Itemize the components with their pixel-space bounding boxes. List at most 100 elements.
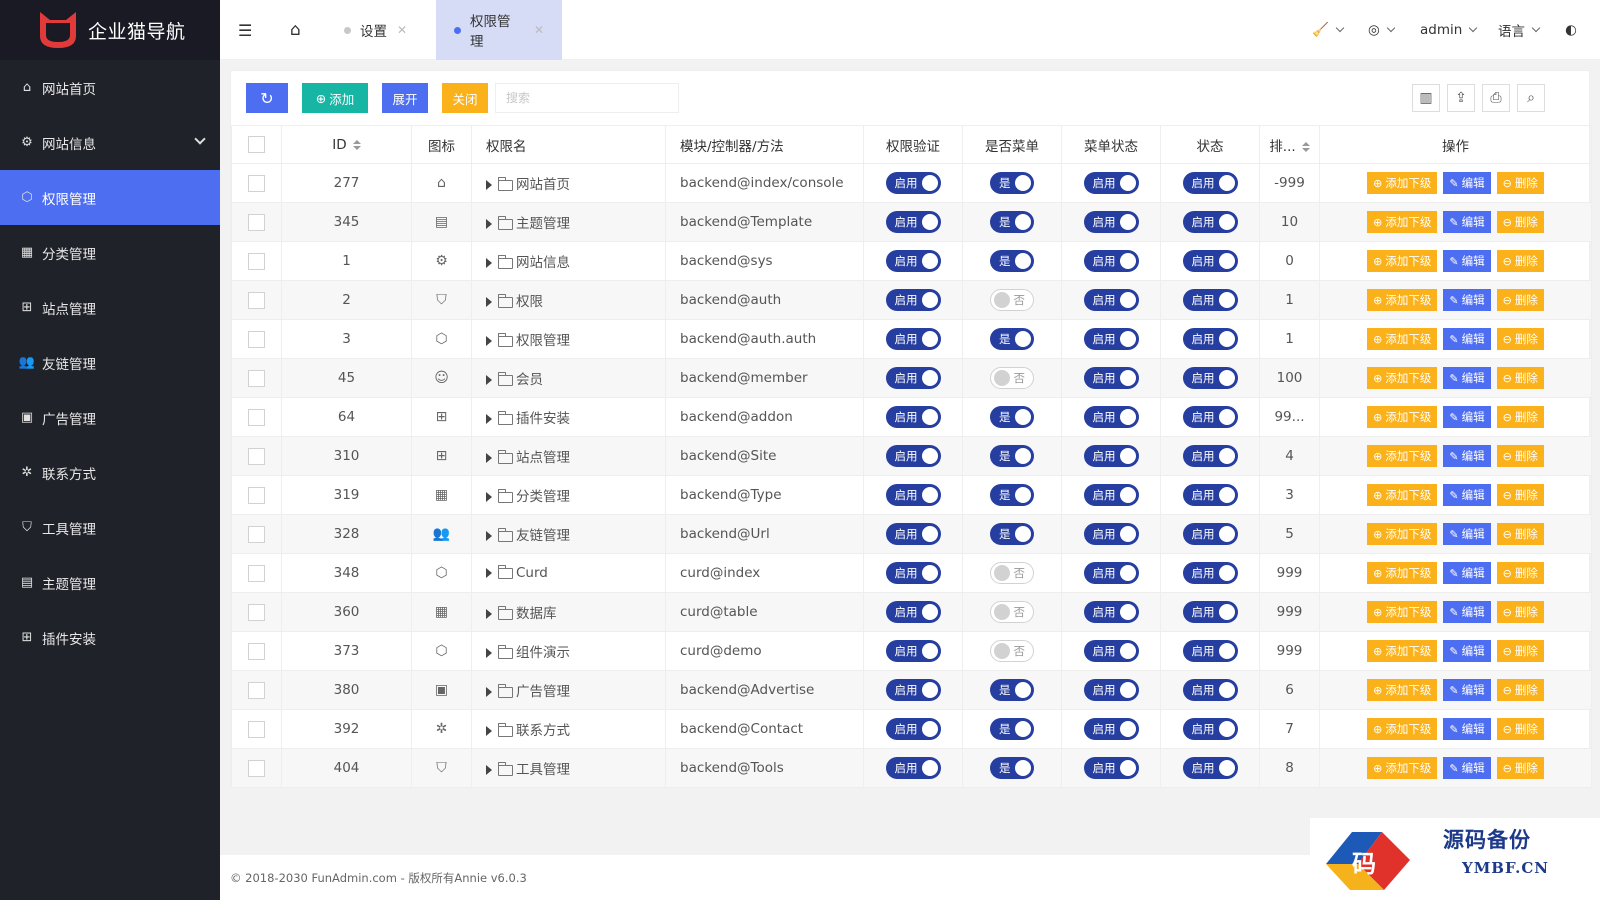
edit-button[interactable]: ✎ 编辑	[1443, 328, 1491, 350]
delete-button[interactable]: ⊖ 删除	[1496, 211, 1544, 233]
add-child-button[interactable]: ⊕ 添加下级	[1367, 757, 1438, 779]
edit-button[interactable]: ✎ 编辑	[1443, 367, 1491, 389]
expand-arrow-icon[interactable]	[486, 258, 492, 268]
is-menu-switch[interactable]: 否	[990, 367, 1034, 389]
auth-switch[interactable]: 启用	[885, 679, 941, 701]
status-switch[interactable]: 启用	[1182, 172, 1238, 194]
auth-switch[interactable]: 启用	[885, 289, 941, 311]
add-child-button[interactable]: ⊕ 添加下级	[1367, 406, 1438, 428]
sidebar-item[interactable]: ▣ 广告管理	[0, 390, 220, 445]
expand-arrow-icon[interactable]	[486, 765, 492, 775]
expand-arrow-icon[interactable]	[486, 336, 492, 346]
row-checkbox[interactable]	[248, 213, 265, 231]
add-child-button[interactable]: ⊕ 添加下级	[1367, 172, 1438, 194]
add-child-button[interactable]: ⊕ 添加下级	[1367, 289, 1438, 311]
row-checkbox[interactable]	[248, 291, 265, 309]
add-child-button[interactable]: ⊕ 添加下级	[1367, 679, 1438, 701]
auth-switch[interactable]: 启用	[885, 484, 941, 506]
delete-button[interactable]: ⊖ 删除	[1496, 601, 1544, 623]
sidebar-item[interactable]: 👥 友链管理	[0, 335, 220, 390]
status-switch[interactable]: 启用	[1182, 601, 1238, 623]
delete-button[interactable]: ⊖ 删除	[1496, 406, 1544, 428]
menu-status-switch[interactable]: 启用	[1083, 445, 1139, 467]
menu-status-switch[interactable]: 启用	[1083, 328, 1139, 350]
is-menu-switch[interactable]: 是	[990, 718, 1034, 740]
menu-status-switch[interactable]: 启用	[1083, 172, 1139, 194]
menu-status-switch[interactable]: 启用	[1083, 562, 1139, 584]
add-child-button[interactable]: ⊕ 添加下级	[1367, 328, 1438, 350]
row-checkbox[interactable]	[248, 330, 265, 348]
status-switch[interactable]: 启用	[1182, 523, 1238, 545]
row-checkbox[interactable]	[248, 525, 265, 543]
status-switch[interactable]: 启用	[1182, 289, 1238, 311]
add-child-button[interactable]: ⊕ 添加下级	[1367, 601, 1438, 623]
menu-toggle-icon[interactable]: ☰	[238, 0, 252, 60]
status-switch[interactable]: 启用	[1182, 367, 1238, 389]
edit-button[interactable]: ✎ 编辑	[1443, 484, 1491, 506]
add-child-button[interactable]: ⊕ 添加下级	[1367, 445, 1438, 467]
menu-status-switch[interactable]: 启用	[1083, 406, 1139, 428]
clear-cache-button[interactable]: 🧹	[1312, 0, 1345, 60]
add-button[interactable]: ⊕ 添加	[302, 83, 368, 113]
status-switch[interactable]: 启用	[1182, 562, 1238, 584]
expand-arrow-icon[interactable]	[486, 414, 492, 424]
is-menu-switch[interactable]: 是	[990, 484, 1034, 506]
select-all-checkbox[interactable]	[248, 136, 265, 153]
auth-switch[interactable]: 启用	[885, 211, 941, 233]
auth-switch[interactable]: 启用	[885, 562, 941, 584]
expand-arrow-icon[interactable]	[486, 180, 492, 190]
menu-status-switch[interactable]: 启用	[1083, 718, 1139, 740]
menu-status-switch[interactable]: 启用	[1083, 523, 1139, 545]
auth-switch[interactable]: 启用	[885, 601, 941, 623]
delete-button[interactable]: ⊖ 删除	[1496, 718, 1544, 740]
delete-button[interactable]: ⊖ 删除	[1496, 757, 1544, 779]
delete-button[interactable]: ⊖ 删除	[1496, 562, 1544, 584]
delete-button[interactable]: ⊖ 删除	[1496, 289, 1544, 311]
add-child-button[interactable]: ⊕ 添加下级	[1367, 250, 1438, 272]
user-menu[interactable]: admin	[1420, 0, 1478, 60]
chevron-down-icon[interactable]	[194, 133, 206, 145]
close-icon[interactable]: ✕	[397, 23, 407, 37]
add-child-button[interactable]: ⊕ 添加下级	[1367, 211, 1438, 233]
menu-status-switch[interactable]: 启用	[1083, 484, 1139, 506]
auth-switch[interactable]: 启用	[885, 328, 941, 350]
auth-switch[interactable]: 启用	[885, 523, 941, 545]
is-menu-switch[interactable]: 否	[990, 289, 1034, 311]
delete-button[interactable]: ⊖ 删除	[1496, 328, 1544, 350]
menu-status-switch[interactable]: 启用	[1083, 679, 1139, 701]
row-checkbox[interactable]	[248, 720, 265, 738]
menu-status-switch[interactable]: 启用	[1083, 367, 1139, 389]
edit-button[interactable]: ✎ 编辑	[1443, 562, 1491, 584]
delete-button[interactable]: ⊖ 删除	[1496, 445, 1544, 467]
columns-icon[interactable]: ▥	[1412, 84, 1440, 112]
add-child-button[interactable]: ⊕ 添加下级	[1367, 640, 1438, 662]
menu-status-switch[interactable]: 启用	[1083, 250, 1139, 272]
export-icon[interactable]: ⇪	[1447, 84, 1475, 112]
sidebar-item[interactable]: ⛉ 工具管理	[0, 500, 220, 555]
tab-permissions[interactable]: 权限管理 ✕	[436, 0, 562, 60]
col-id[interactable]: ID	[281, 125, 412, 164]
expand-arrow-icon[interactable]	[486, 687, 492, 697]
menu-status-switch[interactable]: 启用	[1083, 640, 1139, 662]
row-checkbox[interactable]	[248, 174, 265, 192]
expand-arrow-icon[interactable]	[486, 297, 492, 307]
search-input[interactable]	[495, 83, 679, 113]
is-menu-switch[interactable]: 否	[990, 601, 1034, 623]
is-menu-switch[interactable]: 是	[990, 211, 1034, 233]
row-checkbox[interactable]	[248, 369, 265, 387]
expand-button[interactable]: 展开	[382, 83, 428, 113]
row-checkbox[interactable]	[248, 564, 265, 582]
print-icon[interactable]: ⎙	[1482, 84, 1510, 112]
edit-button[interactable]: ✎ 编辑	[1443, 172, 1491, 194]
edit-button[interactable]: ✎ 编辑	[1443, 250, 1491, 272]
expand-arrow-icon[interactable]	[486, 453, 492, 463]
is-menu-switch[interactable]: 是	[990, 172, 1034, 194]
menu-status-switch[interactable]: 启用	[1083, 289, 1139, 311]
delete-button[interactable]: ⊖ 删除	[1496, 484, 1544, 506]
auth-switch[interactable]: 启用	[885, 640, 941, 662]
row-checkbox[interactable]	[248, 642, 265, 660]
search-icon[interactable]: ⌕	[1517, 84, 1545, 112]
row-checkbox[interactable]	[248, 603, 265, 621]
edit-button[interactable]: ✎ 编辑	[1443, 523, 1491, 545]
expand-arrow-icon[interactable]	[486, 568, 492, 578]
